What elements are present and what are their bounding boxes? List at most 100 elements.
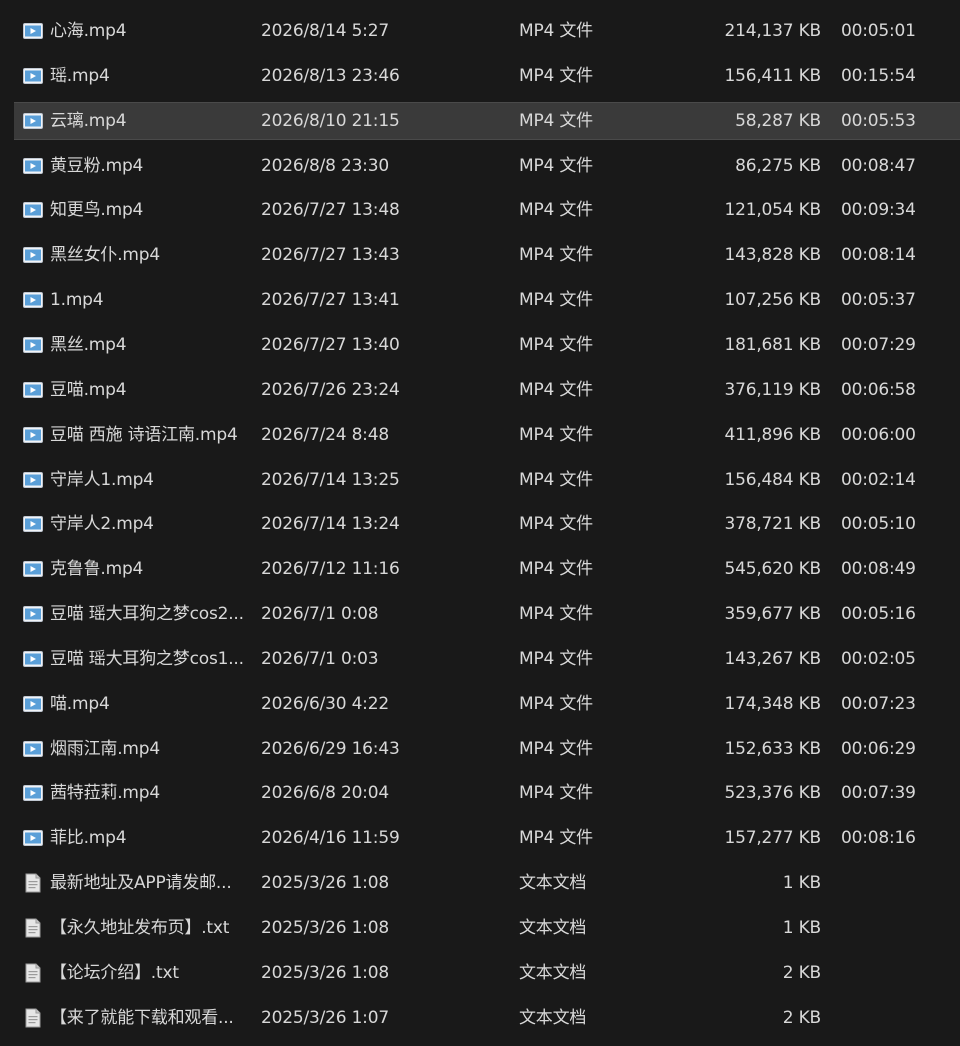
file-duration: 00:08:14	[841, 245, 916, 266]
file-row[interactable]: 喵.mp4 2026/6/30 4:22 MP4 文件 174,348 KB 00:07…	[14, 685, 960, 723]
file-list: 心海.mp4 2026/8/14 5:27 MP4 文件 214,137 KB 00:0…	[0, 0, 960, 1046]
file-date-modified: 2026/7/14 13:24	[261, 514, 400, 535]
file-row[interactable]: 豆喵 西施 诗语江南.mp4 2026/7/24 8:48 MP4 文件 411,89…	[14, 416, 960, 454]
file-type: MP4 文件	[519, 379, 593, 400]
file-date-modified: 2026/7/27 13:41	[261, 290, 400, 311]
file-size: 156,411 KB	[724, 65, 821, 86]
video-file-icon	[22, 200, 44, 220]
file-size: 143,828 KB	[724, 245, 821, 266]
file-row[interactable]: 瑶.mp4 2026/8/13 23:46 MP4 文件 156,411 KB 00:1…	[14, 57, 960, 95]
file-type: 文本文档	[519, 873, 587, 894]
file-name: 【永久地址发布页】.txt	[50, 918, 230, 938]
file-row[interactable]: 豆喵.mp4 2026/7/26 23:24 MP4 文件 376,119 KB 00:…	[14, 371, 960, 409]
file-size: 174,348 KB	[724, 693, 821, 714]
file-type: MP4 文件	[519, 65, 593, 86]
file-name: 喵.mp4	[50, 693, 110, 714]
file-size: 411,896 KB	[724, 424, 821, 445]
file-size: 545,620 KB	[724, 559, 821, 580]
file-row[interactable]: 黑丝.mp4 2026/7/27 13:40 MP4 文件 181,681 KB 00:…	[14, 326, 960, 364]
file-size: 214,137 KB	[724, 21, 821, 41]
file-size: 181,681 KB	[724, 334, 821, 355]
file-row[interactable]: 克鲁鲁.mp4 2026/7/12 11:16 MP4 文件 545,620 KB 00…	[14, 550, 960, 588]
file-size: 121,054 KB	[724, 200, 821, 221]
file-date-modified: 2026/8/10 21:15	[261, 110, 400, 131]
file-row[interactable]: 最新地址及APP请发邮... 2025/3/26 1:08 文本文档 1 KB	[14, 864, 960, 902]
file-row[interactable]: 烟雨江南.mp4 2026/6/29 16:43 MP4 文件 152,633 KB 0…	[14, 730, 960, 768]
file-row[interactable]: 【永久地址发布页】.txt 2025/3/26 1:08 文本文档 1 KB	[14, 909, 960, 947]
file-row[interactable]: 【论坛介绍】.txt 2025/3/26 1:08 文本文档 2 KB	[14, 954, 960, 992]
file-date-modified: 2026/7/12 11:16	[261, 559, 400, 580]
file-date-modified: 2026/8/14 5:27	[261, 21, 389, 41]
file-type: 文本文档	[519, 918, 587, 938]
file-name: 【来了就能下载和观看...	[50, 1007, 234, 1028]
file-size: 107,256 KB	[724, 290, 821, 311]
file-type: MP4 文件	[519, 469, 593, 490]
video-file-icon	[22, 425, 44, 445]
file-type: MP4 文件	[519, 514, 593, 535]
file-duration: 00:05:16	[841, 604, 916, 625]
file-name: 云璃.mp4	[50, 110, 127, 131]
file-type: MP4 文件	[519, 738, 593, 759]
file-date-modified: 2025/3/26 1:08	[261, 918, 389, 938]
file-row[interactable]: 守岸人1.mp4 2026/7/14 13:25 MP4 文件 156,484 KB 0…	[14, 461, 960, 499]
file-row[interactable]: 守岸人2.mp4 2026/7/14 13:24 MP4 文件 378,721 KB 0…	[14, 505, 960, 543]
file-row[interactable]: 【来了就能下载和观看... 2025/3/26 1:07 文本文档 2 KB	[14, 999, 960, 1037]
file-duration: 00:08:16	[841, 828, 916, 849]
file-name: 豆喵 瑶大耳狗之梦cos2...	[50, 604, 244, 625]
file-size: 156,484 KB	[724, 469, 821, 490]
file-type: 文本文档	[519, 962, 587, 983]
file-name: 菲比.mp4	[50, 828, 127, 849]
file-row[interactable]: 云璃.mp4 2026/8/10 21:15 MP4 文件 58,287 KB 00:0…	[14, 101, 960, 140]
file-date-modified: 2026/7/27 13:43	[261, 245, 400, 266]
file-name: 豆喵 瑶大耳狗之梦cos1...	[50, 648, 244, 669]
file-size: 2 KB	[782, 1007, 821, 1028]
file-type: MP4 文件	[519, 693, 593, 714]
file-date-modified: 2026/7/1 0:03	[261, 648, 379, 669]
file-name: 黑丝.mp4	[50, 334, 127, 355]
file-duration: 00:06:29	[841, 738, 916, 759]
file-row[interactable]: 豆喵 瑶大耳狗之梦cos2... 2026/7/1 0:08 MP4 文件 359,6…	[14, 595, 960, 633]
file-name: 知更鸟.mp4	[50, 200, 144, 221]
file-size: 378,721 KB	[724, 514, 821, 535]
file-duration: 00:05:01	[841, 21, 916, 41]
text-file-icon	[22, 1008, 44, 1028]
file-row[interactable]: 茜特菈莉.mp4 2026/6/8 20:04 MP4 文件 523,376 KB 00…	[14, 774, 960, 812]
file-row[interactable]: 心海.mp4 2026/8/14 5:27 MP4 文件 214,137 KB 00:0…	[14, 12, 960, 50]
file-row[interactable]: 菲比.mp4 2026/4/16 11:59 MP4 文件 157,277 KB 00:…	[14, 819, 960, 857]
file-date-modified: 2026/6/29 16:43	[261, 738, 400, 759]
file-name: 豆喵.mp4	[50, 379, 127, 400]
video-file-icon	[22, 514, 44, 534]
file-row[interactable]: 豆喵 瑶大耳狗之梦cos1... 2026/7/1 0:03 MP4 文件 143,2…	[14, 640, 960, 678]
file-type: MP4 文件	[519, 783, 593, 804]
file-date-modified: 2026/6/30 4:22	[261, 693, 389, 714]
file-size: 152,633 KB	[724, 738, 821, 759]
file-type: MP4 文件	[519, 559, 593, 580]
file-duration: 00:09:34	[841, 200, 916, 221]
video-file-icon	[22, 380, 44, 400]
file-name: 守岸人1.mp4	[50, 469, 154, 490]
text-file-icon	[22, 918, 44, 938]
file-size: 1 KB	[782, 873, 821, 894]
file-date-modified: 2026/7/14 13:25	[261, 469, 400, 490]
video-file-icon	[22, 783, 44, 803]
file-date-modified: 2026/7/24 8:48	[261, 424, 389, 445]
file-date-modified: 2026/7/27 13:48	[261, 200, 400, 221]
file-row[interactable]: 知更鸟.mp4 2026/7/27 13:48 MP4 文件 121,054 KB 00…	[14, 191, 960, 229]
video-file-icon	[22, 649, 44, 669]
video-file-icon	[22, 828, 44, 848]
file-row[interactable]: 1.mp4 2026/7/27 13:41 MP4 文件 107,256 KB 00:0…	[14, 281, 960, 319]
file-size: 2 KB	[782, 962, 821, 983]
file-size: 359,677 KB	[724, 604, 821, 625]
file-date-modified: 2025/3/26 1:08	[261, 873, 389, 894]
video-file-icon	[22, 470, 44, 490]
file-name: 心海.mp4	[50, 21, 127, 41]
text-file-icon	[22, 873, 44, 893]
file-duration: 00:07:23	[841, 693, 916, 714]
file-duration: 00:15:54	[841, 65, 916, 86]
video-file-icon	[22, 156, 44, 176]
file-name: 瑶.mp4	[50, 65, 110, 86]
file-duration: 00:02:14	[841, 469, 916, 490]
text-file-icon	[22, 963, 44, 983]
file-row[interactable]: 黑丝女仆.mp4 2026/7/27 13:43 MP4 文件 143,828 KB 0…	[14, 236, 960, 274]
file-row[interactable]: 黄豆粉.mp4 2026/8/8 23:30 MP4 文件 86,275 KB 00:0…	[14, 147, 960, 185]
